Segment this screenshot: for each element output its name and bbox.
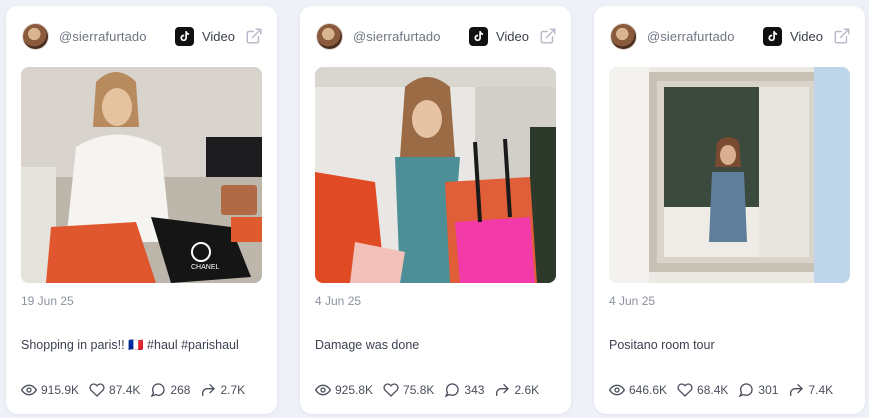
username[interactable]: @sierrafurtado: [59, 29, 147, 44]
post-stats: 915.9K 87.4K 268 2.7K: [21, 382, 255, 398]
comments-stat: 268: [150, 382, 190, 398]
views-stat: 915.9K: [21, 382, 79, 398]
bag-brand-text: CHANEL: [191, 264, 220, 271]
likes-stat: 75.8K: [383, 382, 434, 398]
username[interactable]: @sierrafurtado: [647, 29, 735, 44]
post-type: Video: [762, 26, 851, 46]
views-count: 925.8K: [335, 383, 374, 397]
tiktok-icon: [468, 26, 488, 46]
post-type-label: Video: [495, 28, 529, 44]
shares-count: 2.7K: [220, 383, 246, 397]
views-stat: 925.8K: [315, 382, 373, 398]
comments-count: 268: [170, 383, 191, 397]
video-thumbnail[interactable]: [315, 67, 556, 283]
views-count: 915.9K: [41, 383, 80, 397]
comments-stat: 343: [444, 382, 484, 398]
likes-stat: 68.4K: [677, 382, 728, 398]
post-type-label: Video: [789, 28, 823, 44]
tiktok-icon: [174, 26, 194, 46]
post-stats: 925.8K 75.8K 343 2.6K: [315, 382, 549, 398]
shares-stat: 7.4K: [788, 382, 833, 398]
shares-stat: 2.7K: [200, 382, 245, 398]
heart-icon: [89, 383, 105, 397]
post-header: @sierrafurtado Video: [316, 22, 557, 50]
post-card[interactable]: @sierrafurtado Video 4 Jun 25 Positano r…: [594, 6, 865, 414]
post-caption: Positano room tour: [609, 338, 715, 352]
post-caption: Damage was done: [315, 338, 420, 352]
avatar[interactable]: [610, 22, 637, 50]
post-stats: 646.6K 68.4K 301 7.4K: [609, 382, 843, 398]
post-type: Video: [468, 26, 557, 46]
post-card[interactable]: @sierrafurtado Video 4 Jun 25 Damage was…: [300, 6, 571, 414]
post-type: Video: [174, 26, 263, 46]
comment-icon: [445, 383, 460, 398]
external-link-icon[interactable]: [245, 27, 263, 45]
comment-icon: [151, 383, 166, 398]
post-date: 19 Jun 25: [21, 294, 74, 308]
post-type-label: Video: [201, 28, 235, 44]
heart-icon: [677, 383, 693, 397]
avatar[interactable]: [22, 22, 49, 50]
post-caption: Shopping in paris!! 🇫🇷 #haul #parishaul: [21, 338, 239, 352]
shares-stat: 2.6K: [494, 382, 539, 398]
likes-count: 68.4K: [697, 383, 729, 397]
comments-count: 343: [464, 383, 485, 397]
post-card[interactable]: @sierrafurtado Video CHANEL 19 Jun 25 Sh…: [6, 6, 277, 414]
post-header: @sierrafurtado Video: [610, 22, 851, 50]
shares-count: 2.6K: [514, 383, 540, 397]
external-link-icon[interactable]: [833, 27, 851, 45]
heart-icon: [383, 383, 399, 397]
likes-stat: 87.4K: [89, 382, 140, 398]
shares-count: 7.4K: [808, 383, 834, 397]
share-icon: [496, 384, 510, 396]
comments-count: 301: [758, 383, 779, 397]
avatar[interactable]: [316, 22, 343, 50]
username[interactable]: @sierrafurtado: [353, 29, 441, 44]
likes-count: 87.4K: [109, 383, 141, 397]
post-date: 4 Jun 25: [315, 294, 362, 308]
eye-icon: [609, 384, 625, 396]
share-icon: [790, 384, 804, 396]
post-date: 4 Jun 25: [609, 294, 656, 308]
post-header: @sierrafurtado Video: [22, 22, 263, 50]
external-link-icon[interactable]: [539, 27, 557, 45]
views-count: 646.6K: [629, 383, 668, 397]
comments-stat: 301: [738, 382, 778, 398]
video-thumbnail[interactable]: CHANEL: [21, 67, 262, 283]
eye-icon: [21, 384, 37, 396]
share-icon: [202, 384, 216, 396]
video-thumbnail[interactable]: [609, 67, 850, 283]
views-stat: 646.6K: [609, 382, 667, 398]
likes-count: 75.8K: [403, 383, 435, 397]
eye-icon: [315, 384, 331, 396]
comment-icon: [739, 383, 754, 398]
tiktok-icon: [762, 26, 782, 46]
